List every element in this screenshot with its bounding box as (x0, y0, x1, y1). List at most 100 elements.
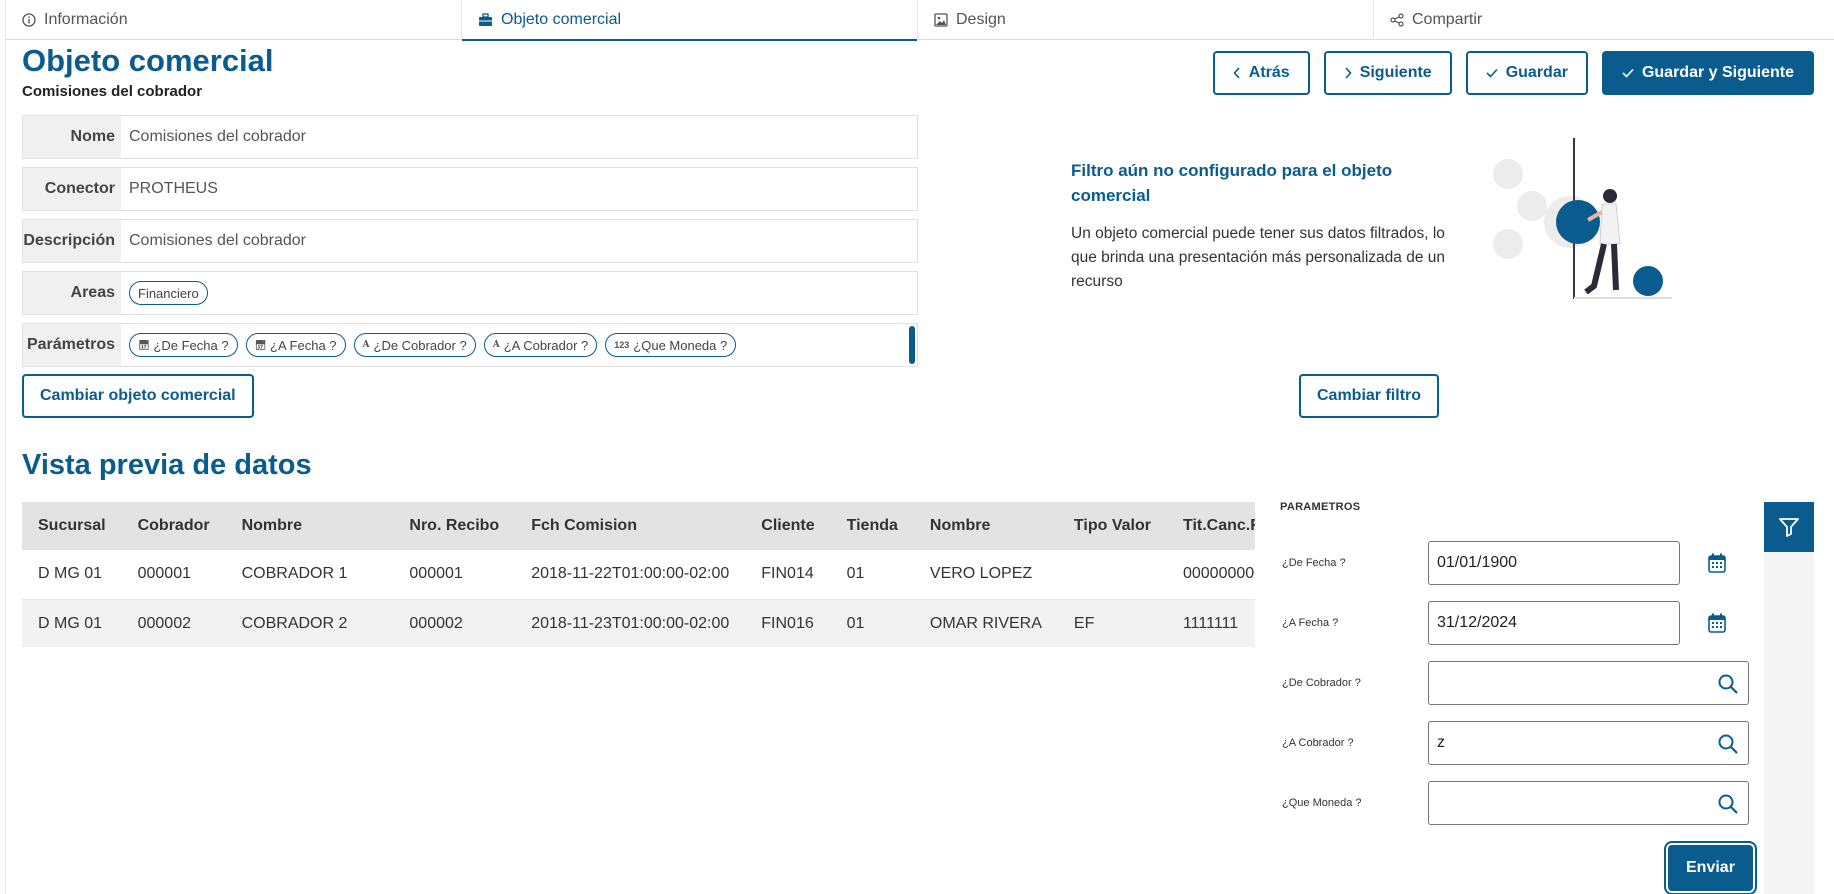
info-icon (22, 13, 36, 27)
param-chip: A ¿De Cobrador ? (353, 333, 476, 357)
field-label-nome: Nome (23, 116, 121, 158)
table-cell: 1111111 (1166, 599, 1255, 647)
table-cell: FIN014 (745, 550, 831, 600)
tab-label: Objeto comercial (501, 11, 622, 28)
field-value-nome: Comisiones del cobrador (129, 128, 306, 145)
tab-bar: Información Objeto comercial Design Comp… (6, 0, 1834, 41)
field-value-areas: Financiero (121, 272, 917, 314)
param-chip-label: ¿De Cobrador ? (373, 337, 467, 353)
table-cell: 000001 (121, 550, 226, 600)
column-header[interactable]: Tienda (831, 502, 914, 550)
back-label: Atrás (1248, 64, 1290, 81)
calendar-icon[interactable] (1708, 613, 1726, 633)
de-fecha-input[interactable]: 01/01/1900 (1428, 541, 1680, 585)
column-header[interactable]: Tit.Canc.Rec (1167, 502, 1255, 550)
left-border (5, 0, 6, 894)
param-chip-label: ¿A Cobrador ? (503, 337, 589, 353)
param-chip: 123 ¿Que Moneda ? (605, 333, 737, 357)
preview-table: Sucursal Cobrador Nombre Nro. Recibo Fch… (22, 502, 1255, 647)
send-button[interactable]: Enviar (1668, 845, 1753, 891)
back-button[interactable]: Atrás (1212, 51, 1310, 95)
param-chip: A ¿A Cobrador ? (483, 333, 598, 357)
table-cell: 000001 (393, 550, 516, 600)
field-value-descripcion: Comisiones del cobrador (129, 232, 306, 249)
table-row: D MG 01 000002 COBRADOR 2 000002 2018-11… (22, 599, 1255, 647)
param-chip-label: ¿Que Moneda ? (633, 337, 728, 353)
briefcase-icon (479, 13, 492, 26)
filter-empty-title: Filtro aún no configurado para el objeto… (1071, 161, 1393, 205)
field-conector: Conector PROTHEUS (22, 167, 918, 211)
table-cell: EF (1057, 599, 1167, 647)
page-title: Objeto comercial (22, 43, 274, 78)
field-label-parametros: Parámetros (23, 324, 121, 366)
column-header[interactable]: Cliente (745, 502, 830, 550)
save-button[interactable]: Guardar (1465, 51, 1588, 95)
save-next-button[interactable]: Guardar y Siguiente (1601, 51, 1814, 95)
table-cell: D MG 01 (22, 599, 122, 647)
text-icon: A (492, 340, 500, 350)
calendar-icon[interactable] (1708, 553, 1726, 573)
param-label: ¿A Cobrador ? (1282, 737, 1354, 749)
column-header[interactable]: Tipo Valor (1058, 502, 1167, 550)
param-label: ¿De Fecha ? (1282, 557, 1346, 569)
tab-design[interactable]: Design (918, 0, 1374, 40)
save-next-label: Guardar y Siguiente (1641, 64, 1794, 81)
table-header-row: Sucursal Cobrador Nombre Nro. Recibo Fch… (22, 502, 1255, 550)
field-value-conector: PROTHEUS (129, 180, 218, 197)
tab-informacion[interactable]: Información (6, 0, 462, 40)
table-cell: 000002 (121, 599, 226, 647)
input-value: 31/12/2024 (1437, 614, 1518, 631)
next-label: Siguiente (1359, 64, 1432, 81)
column-header[interactable]: Nombre (914, 502, 1058, 550)
column-header[interactable]: Nombre (226, 502, 394, 550)
a-cobrador-input[interactable]: z (1428, 721, 1749, 765)
param-chip: 📅︎ ¿A Fecha ? (245, 333, 346, 357)
field-value-parametros: 📅︎ ¿De Fecha ? 📅︎ ¿A Fecha ? A ¿De Cobrador… (121, 324, 917, 366)
table-cell: 2018-11-23T01:00:00-02:00 (515, 599, 746, 647)
field-label-areas: Areas (23, 272, 121, 314)
table-row: D MG 01 000001 COBRADOR 1 000001 2018-11… (22, 550, 1255, 600)
field-label-conector: Conector (23, 168, 121, 210)
param-que-moneda: ¿Que Moneda ? (1282, 781, 1752, 825)
table-cell: COBRADOR 2 (225, 599, 394, 647)
change-object-button[interactable]: Cambiar objeto comercial (22, 374, 254, 418)
table-cell: D MG 01 (22, 550, 122, 600)
tab-label: Design (956, 11, 1006, 28)
search-icon[interactable] (1718, 674, 1738, 694)
column-header[interactable]: Fch Comision (515, 502, 745, 550)
tab-label: Información (44, 11, 128, 28)
filter-toggle-button[interactable] (1764, 502, 1814, 552)
param-de-fecha: ¿De Fecha ? 01/01/1900 (1282, 541, 1752, 585)
next-button[interactable]: Siguiente (1323, 51, 1452, 95)
search-icon[interactable] (1718, 734, 1738, 754)
share-icon (1390, 13, 1404, 27)
input-value: z (1437, 734, 1445, 751)
check-icon (1486, 68, 1498, 78)
filter-side-strip (1764, 552, 1814, 894)
input-value: 01/01/1900 (1437, 554, 1518, 571)
chevron-right-icon (1345, 67, 1352, 79)
column-header[interactable]: Nro. Recibo (393, 502, 515, 550)
column-header[interactable]: Cobrador (122, 502, 226, 550)
scrollbar-thumb[interactable] (909, 326, 915, 364)
param-label: ¿A Fecha ? (1282, 617, 1339, 629)
tab-objeto-comercial[interactable]: Objeto comercial (462, 0, 918, 41)
column-header[interactable]: Sucursal (22, 502, 122, 550)
que-moneda-input[interactable] (1428, 781, 1749, 825)
field-descripcion: Descripción Comisiones del cobrador (22, 219, 918, 263)
params-panel-title: PARAMETROS (1280, 501, 1361, 513)
field-parametros: Parámetros 📅︎ ¿De Fecha ? 📅︎ ¿A Fecha ? A ¿… (22, 323, 918, 367)
table-cell: OMAR RIVERA (913, 599, 1058, 647)
table-cell: 000002 (393, 599, 516, 647)
tab-compartir[interactable]: Compartir (1374, 0, 1834, 40)
table-cell (1057, 550, 1167, 600)
param-label: ¿De Cobrador ? (1282, 677, 1361, 689)
area-chip: Financiero (129, 281, 208, 305)
change-filter-button[interactable]: Cambiar filtro (1299, 374, 1440, 418)
a-fecha-input[interactable]: 31/12/2024 (1428, 601, 1680, 645)
filter-empty-description: Un objeto comercial puede tener sus dato… (1071, 225, 1445, 290)
de-cobrador-input[interactable] (1428, 661, 1749, 705)
param-chip-label: ¿De Fecha ? (153, 337, 229, 353)
preview-title: Vista previa de datos (22, 449, 312, 481)
search-icon[interactable] (1718, 794, 1738, 814)
